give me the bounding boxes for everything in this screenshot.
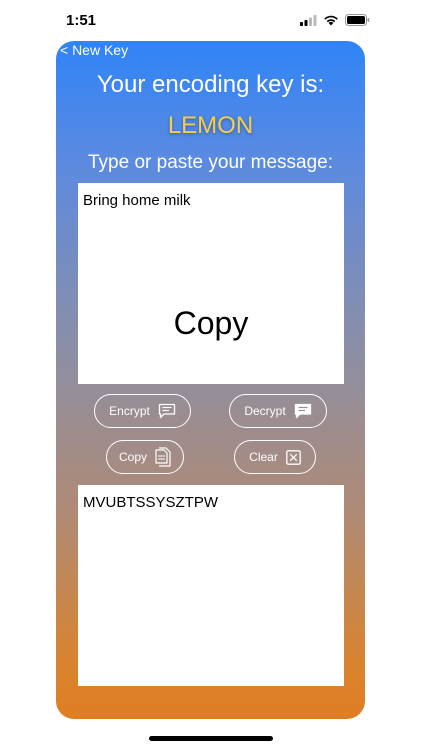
copy-button-label: Copy (118, 450, 147, 464)
message-outline-icon (158, 403, 176, 419)
decrypt-button-label: Decrypt (244, 404, 286, 418)
encrypted-output[interactable]: MVUBTSSYSZTPW (78, 485, 344, 686)
clear-button[interactable]: Clear (234, 440, 316, 474)
copy-toast: Copy (173, 305, 249, 341)
clear-x-box-icon (285, 449, 301, 465)
clear-button-label: Clear (249, 450, 278, 464)
wifi-icon (323, 13, 339, 31)
message-input-text: Bring home milk (83, 192, 191, 209)
encoder-card: < New Key Your encoding key is: LEMON Ty… (56, 41, 365, 719)
copy-documents-icon (155, 447, 171, 467)
cellular-signal-icon (300, 13, 317, 31)
status-icons (300, 13, 370, 31)
battery-icon (345, 13, 370, 31)
decrypt-button[interactable]: Decrypt (229, 394, 327, 428)
encoding-key-heading: Your encoding key is: (96, 71, 325, 98)
encoding-key-value: LEMON (167, 112, 254, 139)
status-bar: 1:51 (0, 0, 422, 40)
encrypt-button[interactable]: Encrypt (94, 394, 191, 428)
encrypt-button-label: Encrypt (109, 404, 150, 418)
back-new-key-link[interactable]: < New Key (60, 42, 128, 58)
message-prompt: Type or paste your message: (87, 152, 333, 173)
home-indicator[interactable] (149, 736, 273, 741)
encrypted-output-text: MVUBTSSYSZTPW (83, 494, 219, 511)
message-input[interactable]: Bring home milk Copy (78, 183, 344, 384)
message-filled-icon (294, 403, 312, 419)
copy-button[interactable]: Copy (106, 440, 184, 474)
status-time: 1:51 (66, 12, 97, 29)
